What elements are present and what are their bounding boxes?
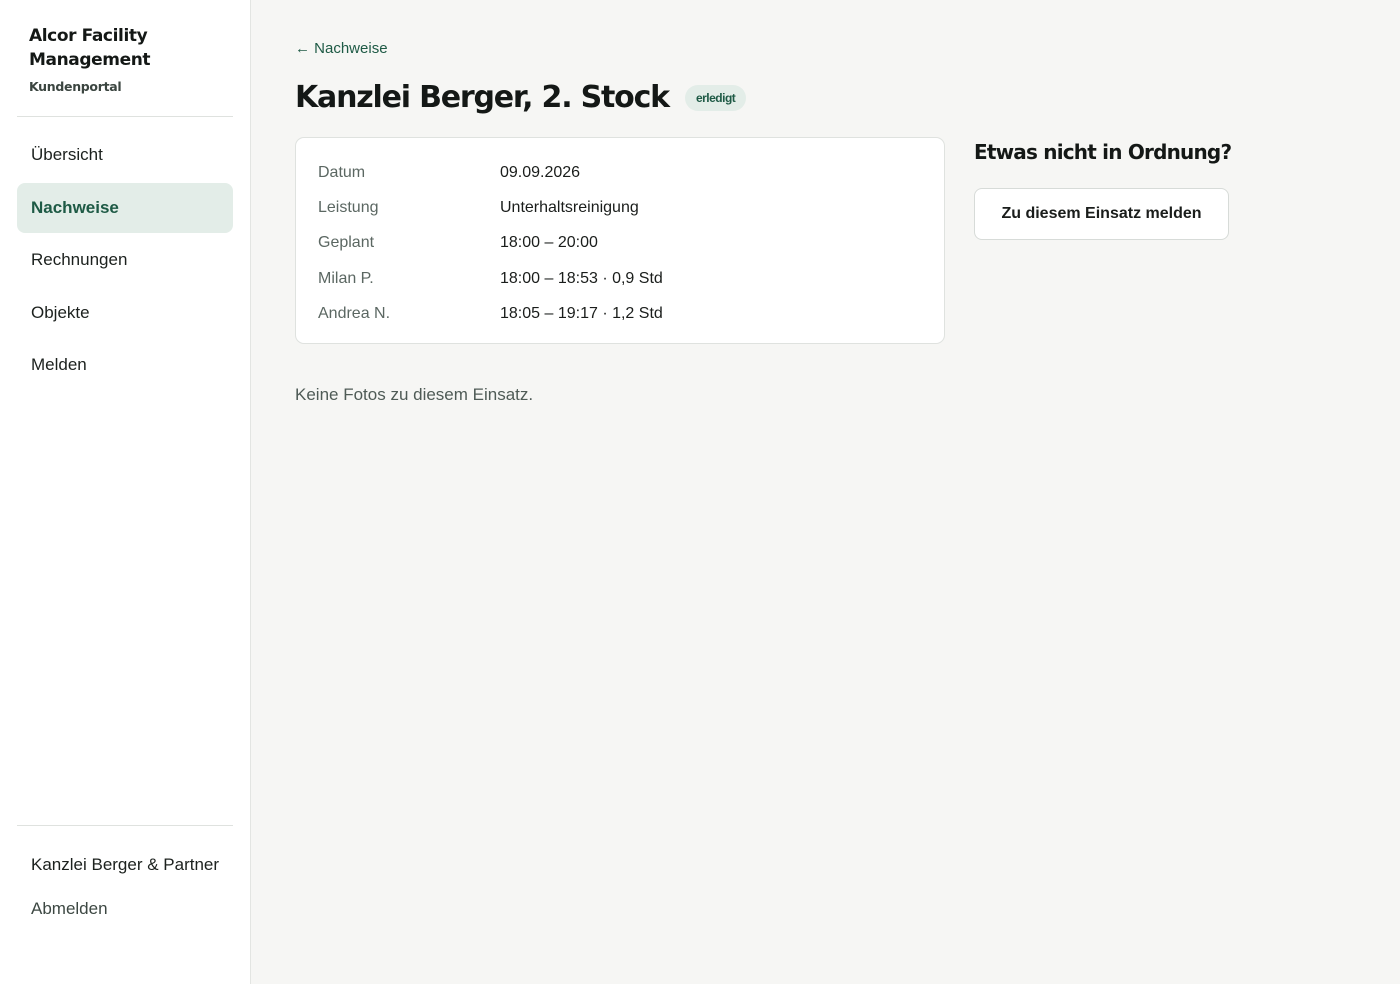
detail-label: Leistung	[318, 198, 379, 216]
detail-value: Unterhaltsreinigung	[500, 198, 639, 216]
brand-name: Alcor Facility Management	[29, 26, 151, 70]
details-card: Datum 09.09.2026 Leistung Unterhaltsrein…	[295, 137, 945, 344]
page-title: Kanzlei Berger, 2. Stock	[295, 80, 670, 115]
detail-value: 18:05 – 19:17 · 1,2 Std	[500, 304, 663, 322]
detail-label: Milan P.	[318, 269, 374, 287]
logout-link[interactable]: Abmelden	[31, 899, 221, 919]
sidebar-item-uebersicht[interactable]: Übersicht	[17, 130, 233, 180]
detail-row: Leistung Unterhaltsreinigung	[318, 190, 922, 225]
account-name: Kanzlei Berger & Partner	[31, 855, 220, 874]
detail-label: Datum	[318, 163, 366, 181]
brand-subtitle: Kundenportal	[29, 79, 122, 94]
title-row: Kanzlei Berger, 2. Stock erledigt	[295, 80, 747, 115]
report-issue-button[interactable]: Zu diesem Einsatz melden	[974, 188, 1229, 240]
detail-value: 18:00 – 18:53 · 0,9 Std	[500, 269, 663, 287]
back-link[interactable]: ← Nachweise	[295, 40, 388, 57]
account-section: Kanzlei Berger & Partner Abmelden	[31, 852, 221, 919]
sidebar-divider-bottom	[17, 825, 233, 826]
detail-value: 18:00 – 20:00	[500, 234, 598, 252]
detail-label: Andrea N.	[318, 304, 391, 322]
sidebar-item-objekte[interactable]: Objekte	[17, 288, 233, 338]
detail-label: Geplant	[318, 234, 375, 252]
detail-row: Milan P. 18:00 – 18:53 · 0,9 Std	[318, 261, 922, 296]
status-badge: erledigt	[684, 84, 747, 111]
detail-row: Geplant 18:00 – 20:00	[318, 226, 922, 261]
sidebar-item-nachweise[interactable]: Nachweise	[17, 182, 233, 233]
detail-row: Andrea N. 18:05 – 19:17 · 1,2 Std	[318, 296, 922, 331]
detail-row: Datum 09.09.2026	[318, 155, 922, 190]
sidebar: Alcor Facility Management Kundenportal Ü…	[0, 0, 251, 984]
report-panel: Etwas nicht in Ordnung? Zu diesem Einsat…	[974, 140, 1232, 240]
sidebar-item-rechnungen[interactable]: Rechnungen	[17, 235, 233, 285]
sidebar-divider-top	[17, 116, 233, 117]
empty-photos-note: Keine Fotos zu diesem Einsatz.	[295, 385, 534, 404]
detail-value: 09.09.2026	[500, 163, 581, 181]
sidebar-nav: Übersicht Nachweise Rechnungen Objekte M…	[17, 130, 233, 393]
brand: Alcor Facility Management Kundenportal	[29, 24, 229, 94]
sidebar-item-melden[interactable]: Melden	[17, 340, 233, 390]
report-title: Etwas nicht in Ordnung?	[974, 140, 1232, 164]
